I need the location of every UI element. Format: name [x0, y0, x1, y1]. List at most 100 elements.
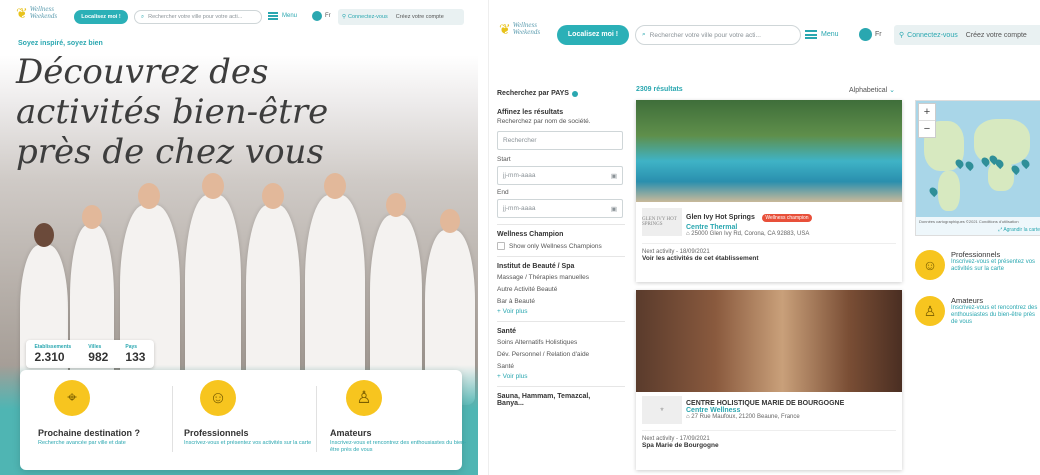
search-input[interactable]: ⌕ Rechercher votre ville pour votre acti… — [635, 25, 801, 45]
aside-professionals[interactable]: ☺ Professionnels Inscrivez-vous et prése… — [915, 250, 1040, 280]
sort-dropdown[interactable]: Alphabetical ⌄ — [849, 86, 895, 94]
start-label: Start — [497, 156, 511, 163]
see-more-link[interactable]: + Voir plus — [497, 373, 625, 380]
card-subtitle: Inscrivez-vous et rencontrez des enthous… — [330, 440, 467, 453]
divider — [497, 386, 625, 387]
login-link[interactable]: Connectez-vous — [348, 14, 388, 20]
filter-option[interactable]: Bar à Beauté — [497, 296, 625, 308]
map-footer: Données cartographiques ©2021 Conditions… — [916, 217, 1040, 235]
map-pin-icon: ⌖ — [54, 380, 90, 416]
logo[interactable]: ❦ Wellness Weekends — [16, 5, 58, 21]
hamburger-icon — [805, 30, 817, 39]
menu-label: Menu — [282, 13, 298, 19]
hero-figure-head — [386, 193, 406, 217]
end-label: End — [497, 189, 509, 196]
see-more-link[interactable]: + Voir plus — [497, 308, 625, 315]
filter-option[interactable]: Autre Activité Beauté — [497, 284, 625, 296]
result-address: ⌂ 27 Rue Maufoux, 21200 Beaune, France — [686, 414, 800, 420]
country-filter[interactable]: Recherchez par PAYS — [497, 90, 625, 97]
map-pin-icon[interactable] — [963, 159, 976, 172]
card-title: Amateurs — [330, 428, 372, 438]
search-input[interactable]: ⌕ Rechercher votre ville pour votre acti… — [134, 10, 262, 24]
info-icon — [571, 90, 578, 97]
filter-option[interactable]: Soins Alternatifs Holistiques — [497, 337, 625, 349]
filter-option[interactable]: Massage / Thérapies manuelles — [497, 272, 625, 284]
result-photo — [636, 100, 902, 202]
login-link[interactable]: Connectez-vous — [907, 32, 958, 39]
divider — [172, 386, 173, 452]
divider — [497, 256, 625, 257]
map-pin-icon[interactable] — [1019, 157, 1032, 170]
account-bar: ⚲ Connectez-vous Créez votre compte — [894, 25, 1040, 45]
result-logo: ⚜ — [642, 396, 682, 424]
card-subtitle: Inscrivez-vous et présentez vos activité… — [184, 440, 312, 446]
logo[interactable]: ❦ Wellness Weekends — [499, 21, 541, 37]
language-label: Fr — [325, 13, 331, 19]
aside-amateurs[interactable]: ♙ Amateurs Inscrivez-vous et rencontrez … — [915, 296, 1040, 326]
result-category: Centre Wellness — [686, 407, 741, 414]
logo-text: Wellness Weekends — [512, 21, 541, 36]
end-date-input[interactable]: jj-mm-aaaa ▣ — [497, 199, 623, 218]
stat-establishments: Etablissements 2.310 — [34, 344, 72, 364]
menu-button[interactable]: Menu — [268, 12, 297, 20]
card-next-destination[interactable]: ⌖ Prochaine destination ? Recherche avan… — [38, 380, 176, 447]
hero-figure-head — [202, 173, 224, 199]
result-name[interactable]: CENTRE HOLISTIQUE MARIE DE BOURGOGNE — [686, 400, 844, 407]
language-selector[interactable]: Fr — [312, 11, 331, 21]
next-activity: Next activity - 17/09/2021 — [642, 430, 896, 442]
results-map[interactable]: + − Données cartographiques ©2021 Condit… — [915, 100, 1040, 236]
account-bar: ⚲ Connectez-vous Créez votre compte — [338, 9, 464, 25]
home-page: ❦ Wellness Weekends Localisez moi ! ⌕ Rec… — [0, 0, 478, 475]
language-selector[interactable]: Fr — [859, 28, 882, 41]
aside-subtitle: Inscrivez-vous et présentez vos activité… — [951, 259, 1036, 272]
menu-button[interactable]: Menu — [805, 30, 839, 39]
aside-subtitle: Inscrivez-vous et rencontrez des enthous… — [951, 305, 1038, 325]
hero-figure-head — [324, 173, 346, 199]
leaf-logo-icon: ❦ — [499, 21, 511, 37]
hero-figure-head — [138, 183, 160, 209]
screenshot-frame: ❦ Wellness Weekends Localisez moi ! ⌕ Rec… — [0, 0, 1040, 475]
result-name[interactable]: Glen Ivy Hot Springs — [686, 214, 755, 221]
filter-option[interactable]: Santé — [497, 361, 625, 373]
refine-title: Affinez les résultats — [497, 109, 564, 116]
result-address: ⌂ 25000 Glen Ivy Rd, Corona, CA 92883, U… — [686, 231, 810, 237]
enlarge-map-link[interactable]: ⤢ Agrandir la carte — [998, 227, 1040, 233]
sauna-title[interactable]: Sauna, Hammam, Temazcal, Banya... — [497, 393, 597, 407]
divider — [497, 224, 625, 225]
group-people-icon: ☺ — [200, 380, 236, 416]
user-icon: ⚲ — [342, 14, 347, 20]
zoom-out-button[interactable]: − — [919, 120, 935, 137]
create-account-link[interactable]: Créez votre compte — [966, 32, 1027, 39]
result-card[interactable]: GLEN IVY HOT SPRINGS Glen Ivy Hot Spring… — [636, 100, 902, 282]
result-link[interactable]: Voir les activités de cet établissement — [642, 255, 896, 262]
result-card[interactable]: ⚜ CENTRE HOLISTIQUE MARIE DE BOURGOGNE C… — [636, 290, 902, 470]
hero-figure-head — [82, 205, 102, 229]
leaf-logo-icon: ❦ — [16, 5, 28, 21]
locate-me-button[interactable]: Localisez moi ! — [557, 25, 629, 45]
map-land — [938, 171, 960, 211]
champion-checkbox[interactable]: Show only Wellness Champions — [497, 242, 625, 250]
result-link[interactable]: Spa Marie de Bourgogne — [642, 442, 896, 449]
group-people-icon: ☺ — [915, 250, 945, 280]
locate-me-button[interactable]: Localisez moi ! — [74, 10, 128, 24]
user-icon: ⚲ — [899, 32, 905, 39]
hero-title: Découvrez des activités bien-être près d… — [16, 52, 329, 172]
map-attribution: Données cartographiques ©2021 Conditions… — [919, 219, 1019, 224]
hero-figure-head — [262, 183, 284, 209]
search-icon: ⌕ — [141, 13, 145, 20]
card-amateurs[interactable]: ♙ Amateurs Inscrivez-vous et rencontrez … — [330, 380, 468, 454]
feature-cards: ⌖ Prochaine destination ? Recherche avan… — [20, 370, 466, 470]
zoom-in-button[interactable]: + — [919, 104, 935, 120]
card-professionals[interactable]: ☺ Professionnels Inscrivez-vous et prése… — [184, 380, 322, 447]
beauty-title: Institut de Beauté / Spa — [497, 263, 575, 270]
stat-cities: Villes 982 — [88, 344, 109, 364]
company-search-input[interactable]: Rechercher — [497, 131, 623, 150]
create-account-link[interactable]: Créez votre compte — [396, 14, 444, 20]
logo-text: Wellness Weekends — [29, 5, 58, 20]
filter-option[interactable]: Dév. Personnel / Relation d'aide — [497, 349, 625, 361]
meditation-icon: ♙ — [915, 296, 945, 326]
calendar-icon: ▣ — [610, 205, 617, 213]
globe-icon — [312, 11, 322, 21]
start-date-input[interactable]: jj-mm-aaaa ▣ — [497, 166, 623, 185]
result-category: Centre Thermal — [686, 224, 738, 231]
